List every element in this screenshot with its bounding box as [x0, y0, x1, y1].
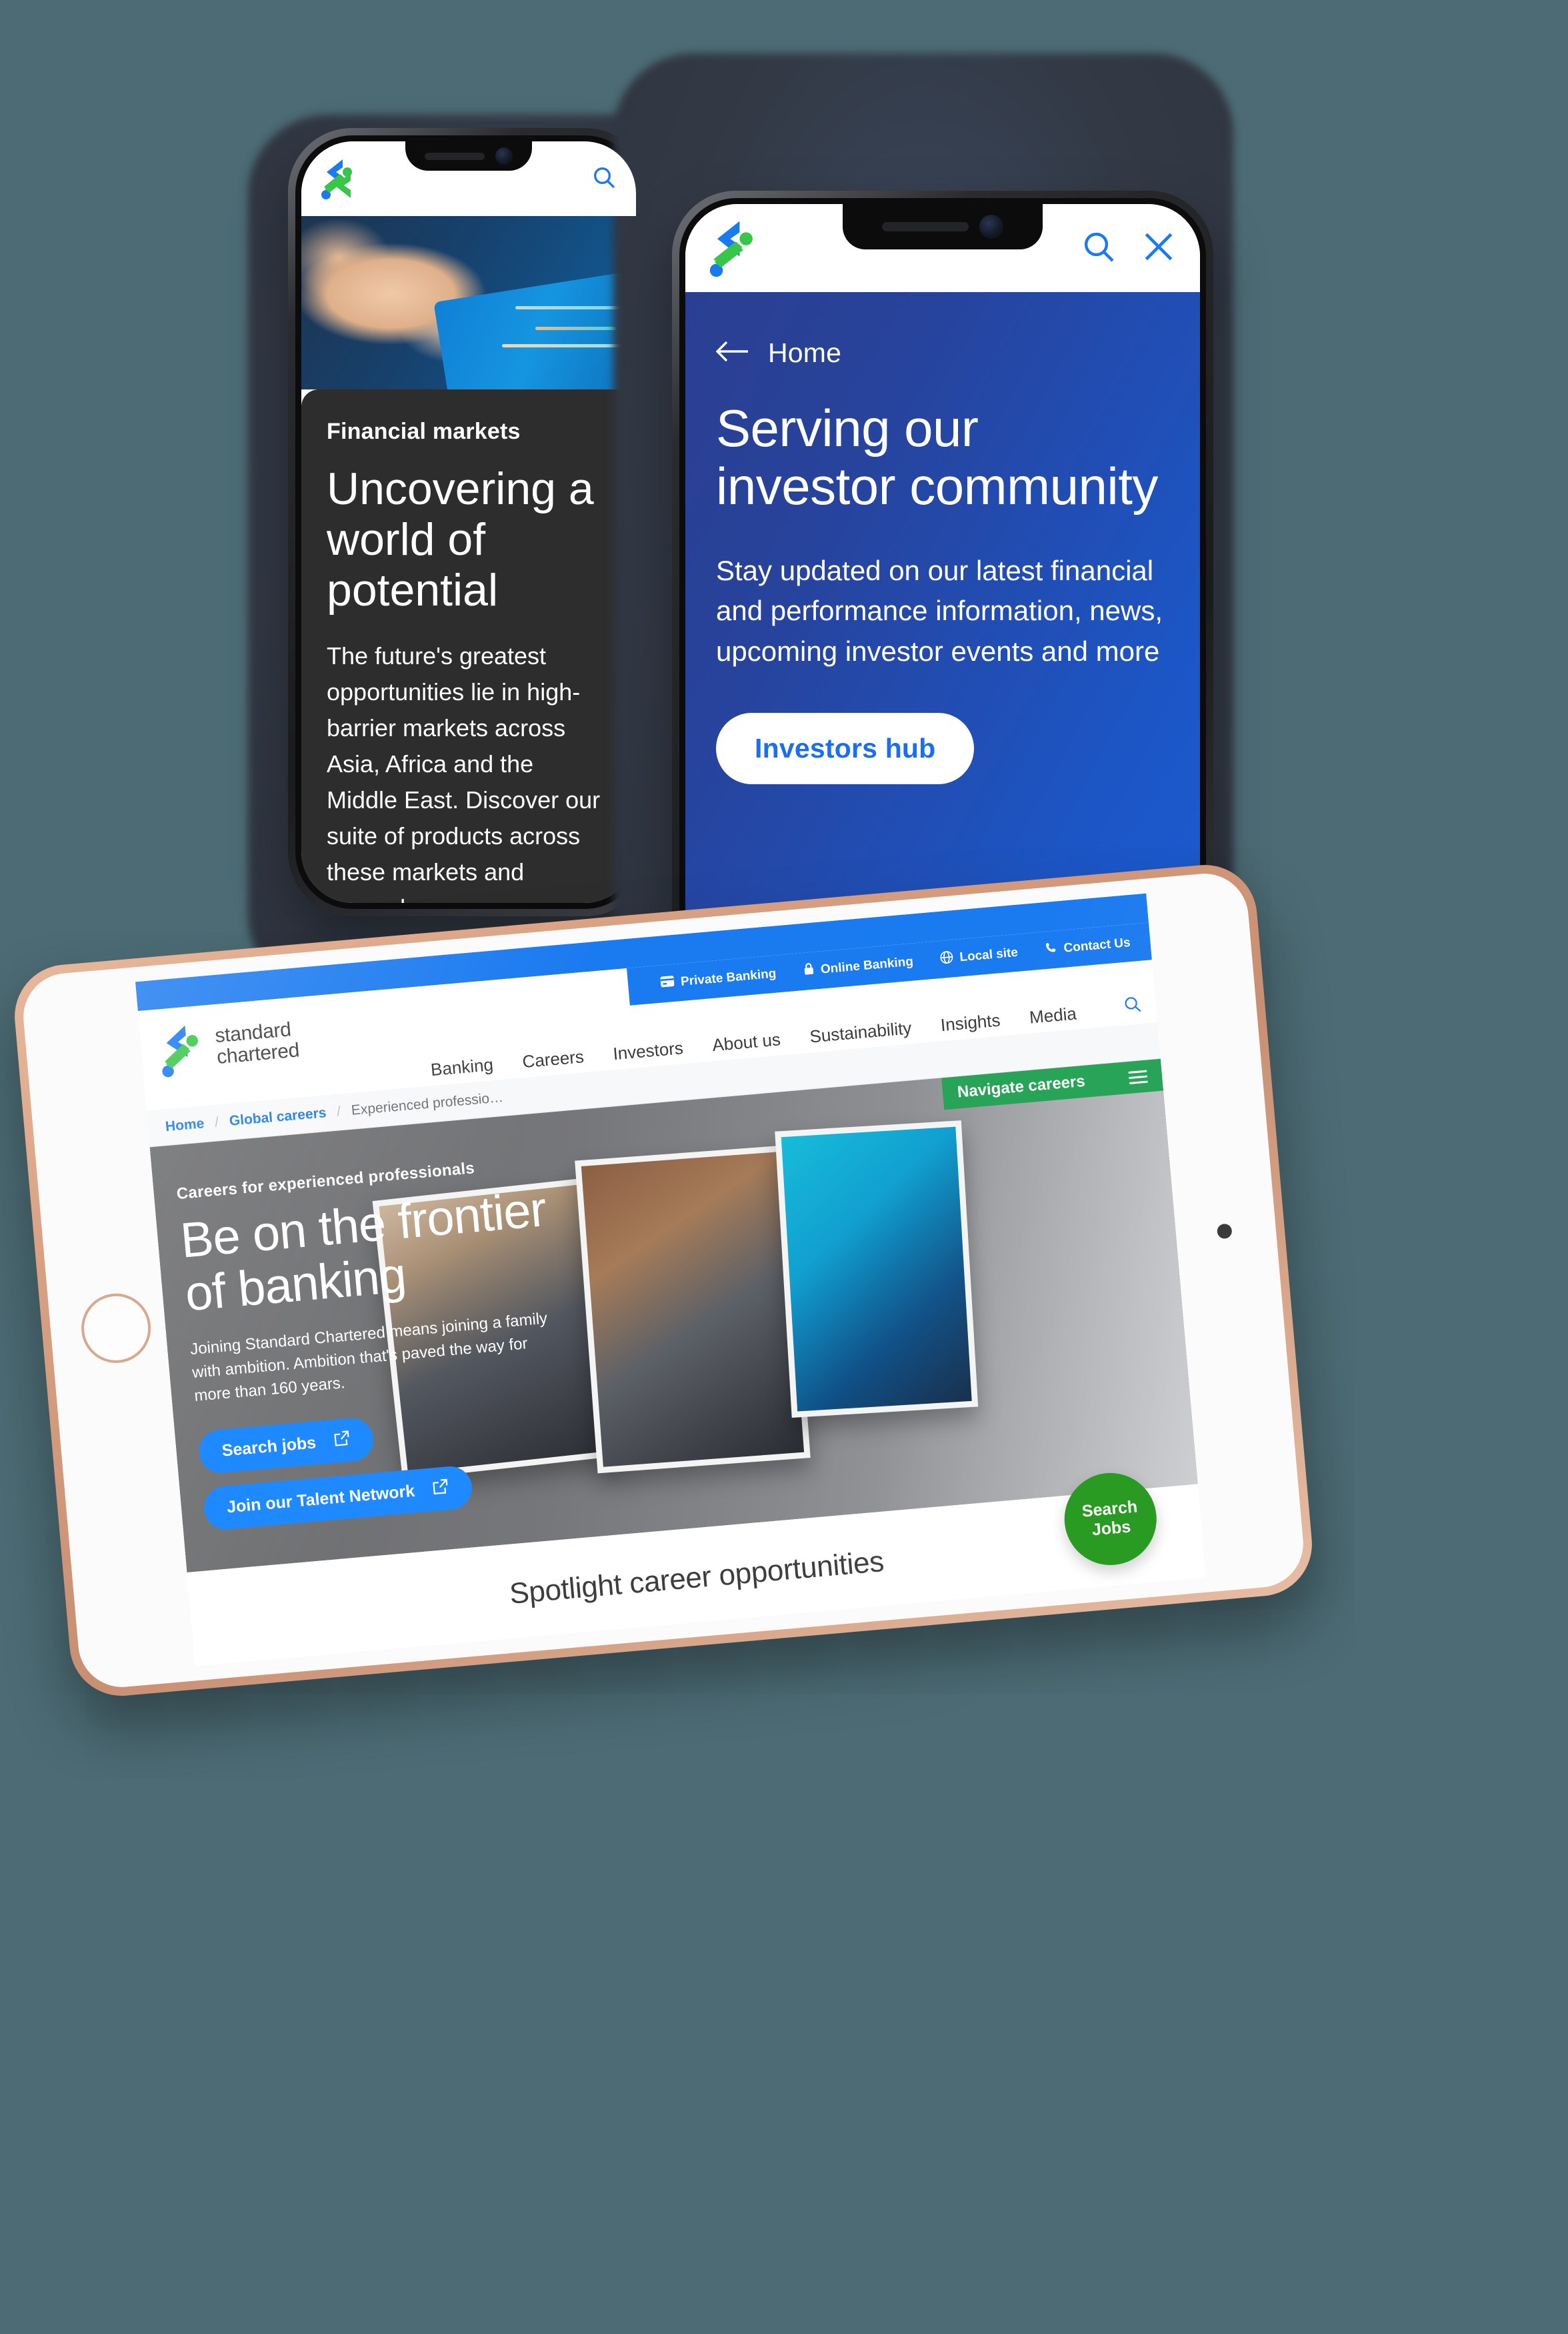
bottom-bar-item-careers-in-modelling[interactable]: Careers in Modelling: [849, 1660, 1020, 1666]
hero-photo-2: [575, 1145, 811, 1474]
back-phone: Financial markets Uncovering a world of …: [288, 128, 649, 916]
article-body: The future's greatest opportunities lie …: [327, 642, 601, 903]
nav-item-investors[interactable]: Investors: [612, 1038, 684, 1064]
nav-item-sustainability[interactable]: Sustainability: [809, 1018, 912, 1047]
tablet-wrapper: Private Banking Online Banking Local sit…: [10, 860, 1317, 1700]
front-camera: [979, 215, 1003, 239]
card-icon: [659, 975, 675, 992]
nav-item-insights[interactable]: Insights: [940, 1010, 1001, 1036]
site-logo[interactable]: standard chartered: [157, 1013, 301, 1078]
nav-item-banking[interactable]: Banking: [430, 1054, 494, 1080]
search-icon[interactable]: [591, 164, 617, 194]
utility-label: Online Banking: [820, 954, 914, 977]
utility-item-contact-us[interactable]: Contact Us: [1044, 934, 1131, 959]
article-category: Financial markets: [327, 419, 521, 444]
back-phone-hero-image: [301, 216, 636, 389]
close-icon[interactable]: [1140, 228, 1177, 269]
back-nav-label: Home: [768, 337, 842, 368]
lock-icon: [802, 962, 815, 980]
spark-line: [515, 306, 629, 310]
globe-icon: [939, 950, 955, 969]
nav-item-media[interactable]: Media: [1029, 1004, 1077, 1028]
tablet-face: Private Banking Online Banking Local sit…: [19, 870, 1307, 1691]
tablet-device: Private Banking Online Banking Local sit…: [10, 860, 1317, 1700]
sc-logo-icon: [157, 1022, 208, 1079]
utility-item-online-banking[interactable]: Online Banking: [802, 954, 914, 980]
back-nav-row[interactable]: Home: [715, 337, 1169, 369]
earpiece-speaker: [425, 152, 485, 160]
hero-photo-3: [775, 1120, 979, 1418]
breadcrumb-item-current: Experienced professio…: [350, 1089, 504, 1118]
search-icon[interactable]: [1080, 228, 1117, 269]
breadcrumb-separator: /: [214, 1114, 219, 1130]
article-title: Uncovering a world of potential: [327, 463, 594, 616]
join-talent-network-label: Join our Talent Network: [225, 1481, 416, 1517]
nav-item-careers[interactable]: Careers: [521, 1046, 585, 1072]
utility-item-private-banking[interactable]: Private Banking: [659, 966, 777, 992]
scene-root: Financial markets Uncovering a world of …: [0, 0, 1568, 2334]
hero-title: Serving our investor community: [716, 399, 1158, 516]
utility-label: Private Banking: [680, 966, 777, 989]
front-phone-notch: [843, 204, 1043, 249]
breadcrumb-separator: /: [336, 1104, 342, 1120]
utility-item-local-site[interactable]: Local site: [939, 944, 1019, 968]
nav-search-icon[interactable]: [1121, 994, 1143, 1020]
hamburger-icon: [1128, 1066, 1148, 1087]
spark-line: [535, 327, 616, 331]
sc-logo-icon[interactable]: [708, 219, 760, 277]
logo-wordmark: standard chartered: [214, 1019, 300, 1069]
spotlight-title: Spotlight career opportunities: [508, 1544, 885, 1610]
investors-hub-button[interactable]: Investors hub: [716, 713, 975, 785]
hero-body: Joining Standard Chartered means joining…: [189, 1309, 549, 1405]
back-phone-screen: Financial markets Uncovering a world of …: [301, 141, 636, 903]
search-jobs-badge-line2: Jobs: [1091, 1517, 1132, 1540]
bottom-bar-items: We're hiring Career opportunities Sustai…: [201, 1660, 1021, 1666]
breadcrumb-item-global-careers[interactable]: Global careers: [229, 1105, 327, 1130]
search-jobs-label: Search jobs: [221, 1433, 317, 1460]
utility-label: Local site: [959, 945, 1019, 965]
front-camera: [495, 147, 513, 165]
back-phone-bezel: Financial markets Uncovering a world of …: [295, 135, 642, 909]
tablet-front-camera: [1216, 1223, 1233, 1240]
hero-copy: Careers for experienced professionals Be…: [176, 1152, 578, 1532]
search-jobs-button[interactable]: Search jobs: [197, 1416, 375, 1475]
tablet-screen: Private Banking Online Banking Local sit…: [135, 893, 1206, 1666]
breadcrumb-item-home[interactable]: Home: [165, 1116, 205, 1135]
phone-icon: [1044, 941, 1059, 960]
hero-body: Stay updated on our latest financial and…: [716, 554, 1163, 667]
earpiece-speaker: [882, 222, 969, 231]
hero-banner: Navigate careers Careers for experienced: [149, 1058, 1198, 1572]
back-phone-notch: [405, 141, 532, 171]
tablet-home-button[interactable]: [78, 1290, 154, 1366]
external-link-icon: [431, 1477, 451, 1500]
hero-title: Be on the frontier of banking: [178, 1181, 549, 1322]
navigate-careers-label: Navigate careers: [956, 1072, 1086, 1102]
utility-label: Contact Us: [1063, 936, 1131, 956]
external-link-icon: [332, 1429, 351, 1452]
sc-logo-icon[interactable]: [320, 158, 357, 199]
back-phone-article: Financial markets Uncovering a world of …: [301, 389, 636, 903]
arrow-left-icon[interactable]: [715, 338, 751, 368]
nav-item-about-us[interactable]: About us: [711, 1029, 781, 1056]
